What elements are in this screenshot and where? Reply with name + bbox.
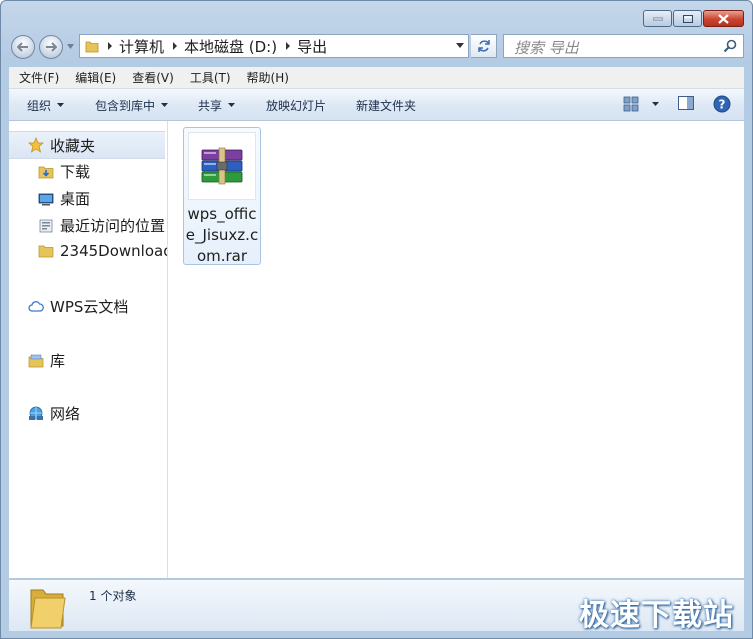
minimize-button[interactable] xyxy=(643,10,672,27)
file-thumbnail xyxy=(188,132,256,200)
breadcrumb-arrow-icon[interactable] xyxy=(172,42,178,50)
organize-button[interactable]: 组织 xyxy=(27,97,65,114)
recent-pages-dropdown-icon[interactable] xyxy=(67,43,74,50)
cloud-icon xyxy=(28,300,44,312)
chevron-down-icon xyxy=(228,103,236,107)
watermark: 极速下载站 xyxy=(579,598,734,633)
navigation-pane: 收藏夹 下载 桌面 最近访问的位置 2345Downloads WPS云文档 库 xyxy=(9,121,168,578)
nav-item-recent-places[interactable]: 最近访问的位置 xyxy=(38,215,165,236)
nav-item-label: 最近访问的位置 xyxy=(60,217,166,235)
library-icon xyxy=(28,354,44,367)
menu-file[interactable]: 文件(F) xyxy=(9,69,67,86)
nav-item-label: 2345Downloads xyxy=(60,242,167,260)
breadcrumb-arrow-icon[interactable] xyxy=(107,42,113,50)
include-library-label: 包含到库中 xyxy=(95,99,156,113)
nav-wps-cloud-label: WPS云文档 xyxy=(50,298,129,316)
preview-pane-icon xyxy=(678,96,694,110)
file-item[interactable]: wps_office_Jisuxz.com.rar xyxy=(183,127,261,265)
forward-button[interactable] xyxy=(39,35,63,59)
organize-label: 组织 xyxy=(27,99,52,113)
caption-buttons xyxy=(642,10,744,27)
nav-item-desktop[interactable]: 桌面 xyxy=(38,188,90,209)
refresh-button[interactable] xyxy=(471,34,497,58)
menu-edit[interactable]: 编辑(E) xyxy=(67,69,124,86)
chevron-down-icon[interactable] xyxy=(652,101,659,107)
nav-item-2345downloads[interactable]: 2345Downloads xyxy=(38,242,167,260)
slideshow-label: 放映幻灯片 xyxy=(266,99,327,113)
downloads-folder-icon xyxy=(38,166,54,178)
breadcrumb-arrow-icon[interactable] xyxy=(285,42,291,50)
change-view-button[interactable] xyxy=(623,96,659,112)
refresh-icon xyxy=(477,40,490,52)
slideshow-button[interactable]: 放映幻灯片 xyxy=(266,97,326,114)
command-bar: 组织 包含到库中 共享 放映幻灯片 新建文件夹 ? xyxy=(9,89,744,121)
new-folder-label: 新建文件夹 xyxy=(356,99,417,113)
chevron-down-icon xyxy=(57,103,65,107)
search-icon[interactable] xyxy=(723,39,737,53)
menu-view[interactable]: 查看(V) xyxy=(124,69,182,86)
nav-wps-cloud[interactable]: WPS云文档 xyxy=(28,296,128,317)
nav-item-label: 桌面 xyxy=(60,190,91,208)
nav-favorites-label: 收藏夹 xyxy=(50,136,96,155)
nav-item-label: 下载 xyxy=(60,163,91,181)
arrow-right-icon xyxy=(46,42,57,52)
address-bar[interactable]: 计算机 本地磁盘 (D:) 导出 xyxy=(79,34,469,58)
close-icon xyxy=(718,13,729,24)
svg-text:?: ? xyxy=(719,98,726,112)
file-name: wps_office_Jisuxz.com.rar xyxy=(185,205,259,265)
explorer-window: 计算机 本地磁盘 (D:) 导出 搜索 导出 文件(F) 编辑(E) 查看(V)… xyxy=(0,0,753,639)
include-in-library-button[interactable]: 包含到库中 xyxy=(95,97,169,114)
help-icon: ? xyxy=(713,95,731,113)
nav-network-label: 网络 xyxy=(50,405,81,423)
nav-favorites[interactable]: 收藏夹 xyxy=(9,131,165,159)
nav-libraries-label: 库 xyxy=(50,352,66,370)
minimize-icon xyxy=(652,17,663,20)
search-placeholder: 搜索 导出 xyxy=(514,39,579,57)
winrar-archive-icon xyxy=(201,147,243,185)
breadcrumb-computer[interactable]: 计算机 xyxy=(119,36,164,57)
recent-places-icon xyxy=(39,219,53,232)
folder-icon xyxy=(38,245,54,258)
close-button[interactable] xyxy=(703,10,744,27)
maximize-button[interactable] xyxy=(673,10,702,27)
breadcrumb-local-disk[interactable]: 本地磁盘 (D:) xyxy=(184,36,277,57)
preview-pane-button[interactable] xyxy=(678,96,694,111)
nav-network[interactable]: 网络 xyxy=(28,403,80,424)
desktop-icon xyxy=(38,193,54,205)
network-icon xyxy=(29,406,43,420)
folder-icon xyxy=(30,589,66,629)
new-folder-button[interactable]: 新建文件夹 xyxy=(356,97,416,114)
menu-bar: 文件(F) 编辑(E) 查看(V) 工具(T) 帮助(H) xyxy=(9,67,744,89)
menu-help[interactable]: 帮助(H) xyxy=(239,69,297,86)
chevron-down-icon xyxy=(161,103,169,107)
star-icon xyxy=(28,137,44,153)
nav-libraries[interactable]: 库 xyxy=(28,350,65,371)
address-dropdown-icon[interactable] xyxy=(456,43,464,49)
details-pane: 1 个对象 极速下载站 xyxy=(9,579,744,633)
help-button[interactable]: ? xyxy=(713,95,731,113)
view-grid-icon xyxy=(623,96,639,112)
nav-item-downloads[interactable]: 下载 xyxy=(38,161,90,182)
breadcrumb-export[interactable]: 导出 xyxy=(297,36,327,57)
arrow-left-icon xyxy=(17,42,28,52)
folder-icon xyxy=(85,41,99,53)
back-button[interactable] xyxy=(11,35,35,59)
search-box[interactable]: 搜索 导出 xyxy=(503,34,744,58)
share-button[interactable]: 共享 xyxy=(198,97,236,114)
share-label: 共享 xyxy=(198,99,223,113)
item-count: 1 个对象 xyxy=(89,589,137,603)
file-list: wps_office_Jisuxz.com.rar xyxy=(168,121,744,578)
menu-tools[interactable]: 工具(T) xyxy=(182,69,239,86)
maximize-icon xyxy=(682,14,693,23)
